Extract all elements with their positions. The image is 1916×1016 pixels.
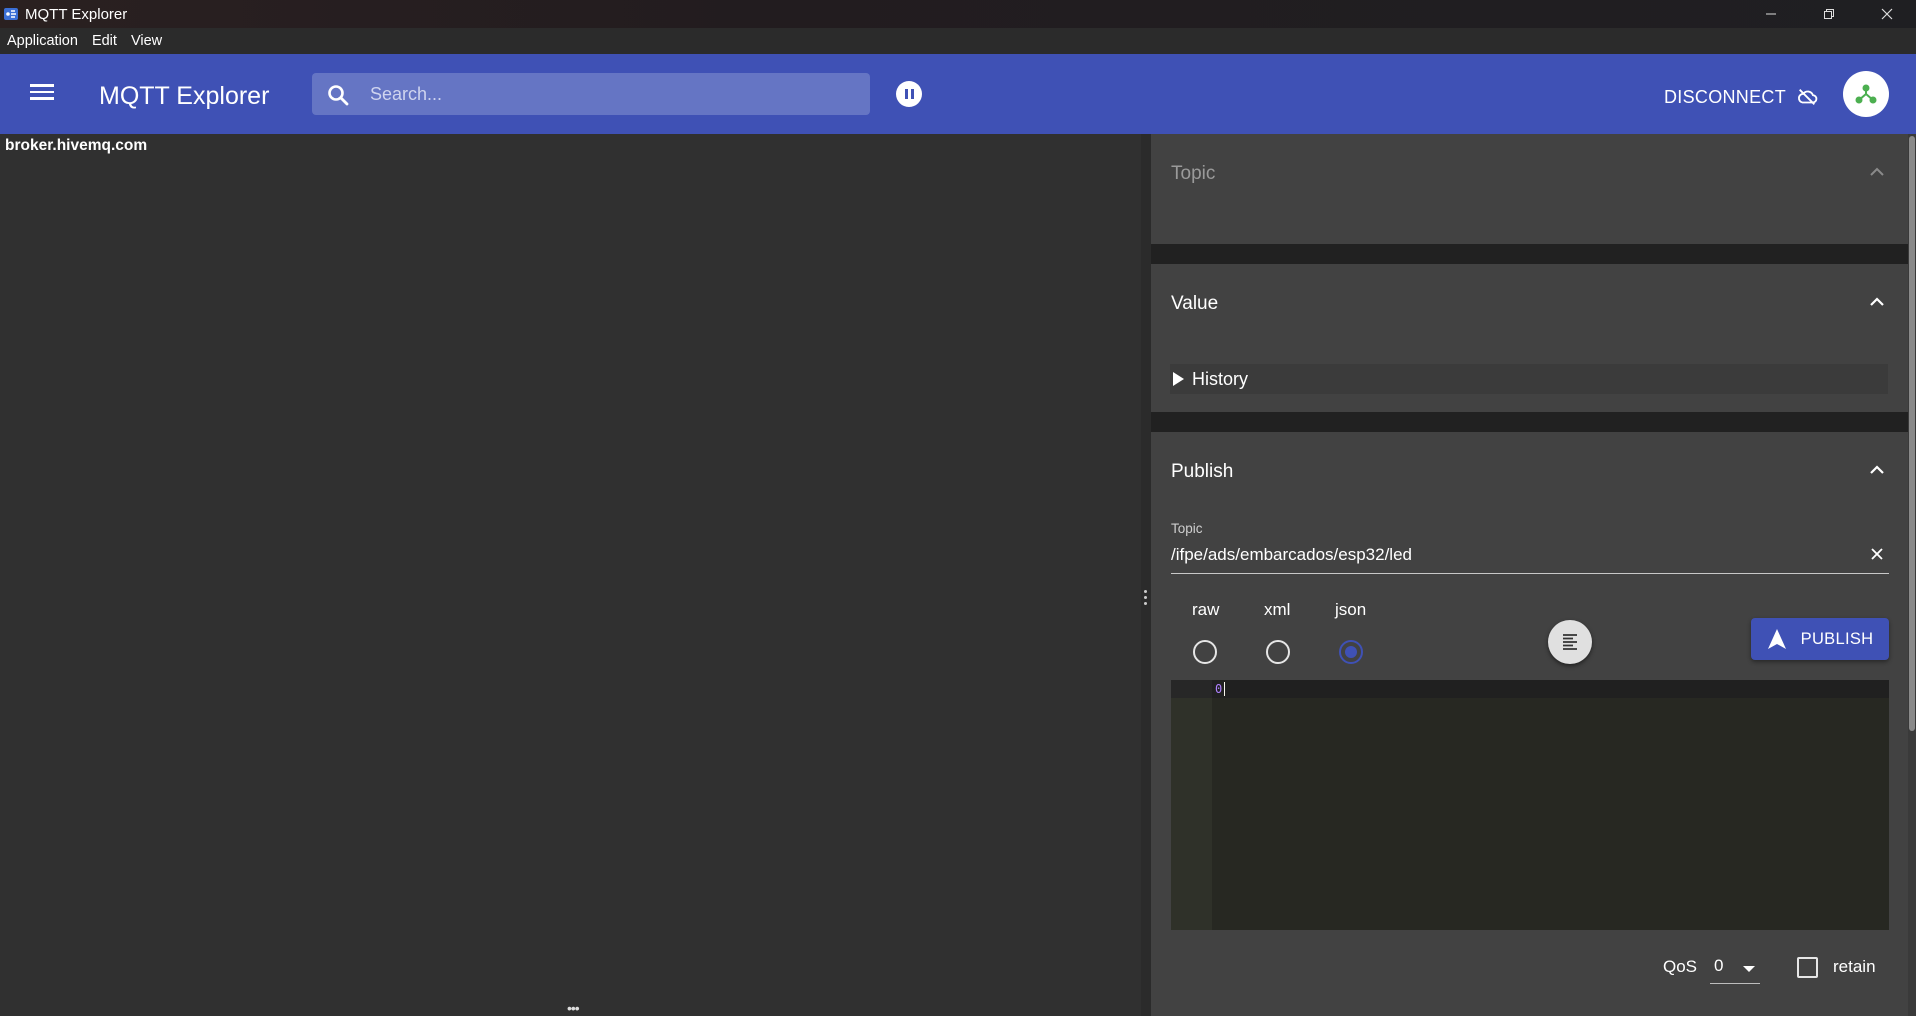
payload-editor[interactable]: 0 (1171, 680, 1889, 930)
qos-select[interactable]: 0 (1710, 952, 1760, 984)
publish-topic-value[interactable]: /ifpe/ads/embarcados/esp32/led (1171, 545, 1412, 565)
tree-root-node[interactable]: broker.hivemq.com (5, 137, 147, 155)
pause-icon (904, 89, 908, 99)
menu-bar: Application Edit View (0, 28, 1916, 54)
menu-view[interactable]: View (124, 33, 169, 49)
history-toggle[interactable]: History (1170, 364, 1888, 394)
disconnect-button[interactable]: DISCONNECT (1664, 83, 1818, 111)
chevron-up-icon[interactable] (1868, 293, 1886, 311)
details-sidebar: Topic Value History Publish Topic /ifpe/… (1151, 134, 1908, 1016)
pause-button[interactable] (896, 81, 922, 107)
editor-line-number: 0 (1215, 682, 1223, 696)
qos-label: QoS (1663, 957, 1698, 976)
format-json-label: json (1335, 600, 1367, 619)
app-title: MQTT Explorer (99, 82, 270, 110)
dropdown-arrow-icon (1743, 966, 1755, 972)
resize-handle[interactable]: ••• (567, 1000, 580, 1016)
send-icon (1767, 629, 1786, 649)
search-icon (328, 85, 349, 106)
format-json-radio[interactable] (1339, 640, 1363, 664)
chevron-up-icon[interactable] (1868, 163, 1886, 181)
editor-gutter (1171, 680, 1212, 930)
topic-section-title[interactable]: Topic (1171, 163, 1215, 185)
panel-splitter[interactable] (1141, 134, 1151, 1016)
format-raw-label: raw (1192, 600, 1220, 619)
minimize-icon (1766, 13, 1776, 15)
cloud-off-icon (1798, 89, 1818, 105)
value-section: Value History (1151, 264, 1908, 412)
topic-section: Topic (1151, 134, 1908, 244)
editor-active-line (1212, 680, 1889, 698)
value-section-title[interactable]: Value (1171, 293, 1218, 315)
publish-topic-field[interactable]: /ifpe/ads/embarcados/esp32/led (1171, 542, 1889, 574)
window-title-bar: MQTT Explorer (0, 0, 1916, 28)
menu-application[interactable]: Application (0, 33, 85, 49)
connection-avatar[interactable] (1843, 71, 1889, 117)
retain-checkbox[interactable] (1797, 957, 1818, 978)
close-icon (1881, 8, 1893, 20)
restore-button[interactable] (1800, 0, 1858, 28)
topic-tree-panel: broker.hivemq.com ••• (0, 134, 1141, 1016)
publish-section: Publish Topic /ifpe/ads/embarcados/esp32… (1151, 432, 1908, 1016)
minimize-button[interactable] (1742, 0, 1800, 28)
format-button[interactable] (1548, 620, 1592, 664)
chevron-up-icon[interactable] (1868, 461, 1886, 479)
publish-section-title[interactable]: Publish (1171, 461, 1233, 483)
publish-topic-label: Topic (1171, 521, 1203, 536)
close-icon[interactable] (1869, 546, 1885, 562)
sidebar-scroll-thumb[interactable] (1909, 136, 1915, 731)
disconnect-label: DISCONNECT (1664, 86, 1787, 107)
window-controls (1742, 0, 1916, 28)
search-input[interactable] (370, 73, 860, 115)
format-raw-radio[interactable] (1193, 640, 1217, 664)
connection-hub-icon (1855, 84, 1877, 104)
history-label: History (1192, 368, 1249, 389)
expand-arrow-icon (1173, 372, 1184, 386)
editor-cursor (1224, 682, 1225, 696)
qos-value: 0 (1714, 956, 1724, 975)
splitter-grip-icon (1144, 590, 1148, 605)
format-xml-label: xml (1264, 600, 1291, 619)
format-xml-radio[interactable] (1266, 640, 1290, 664)
publish-label: PUBLISH (1800, 629, 1874, 648)
mqtt-explorer-app-icon (4, 8, 18, 20)
menu-edit[interactable]: Edit (85, 33, 124, 49)
retain-label[interactable]: retain (1833, 957, 1876, 977)
restore-icon (1824, 9, 1834, 19)
publish-button[interactable]: PUBLISH (1751, 618, 1889, 660)
window-title: MQTT Explorer (25, 5, 128, 23)
hamburger-menu-icon[interactable] (30, 82, 54, 102)
editor-gutter-active (1171, 680, 1212, 698)
format-align-icon (1563, 634, 1577, 650)
close-window-button[interactable] (1858, 0, 1916, 28)
app-bar: MQTT Explorer DISCONNECT (0, 54, 1916, 134)
search-box[interactable] (312, 73, 870, 115)
